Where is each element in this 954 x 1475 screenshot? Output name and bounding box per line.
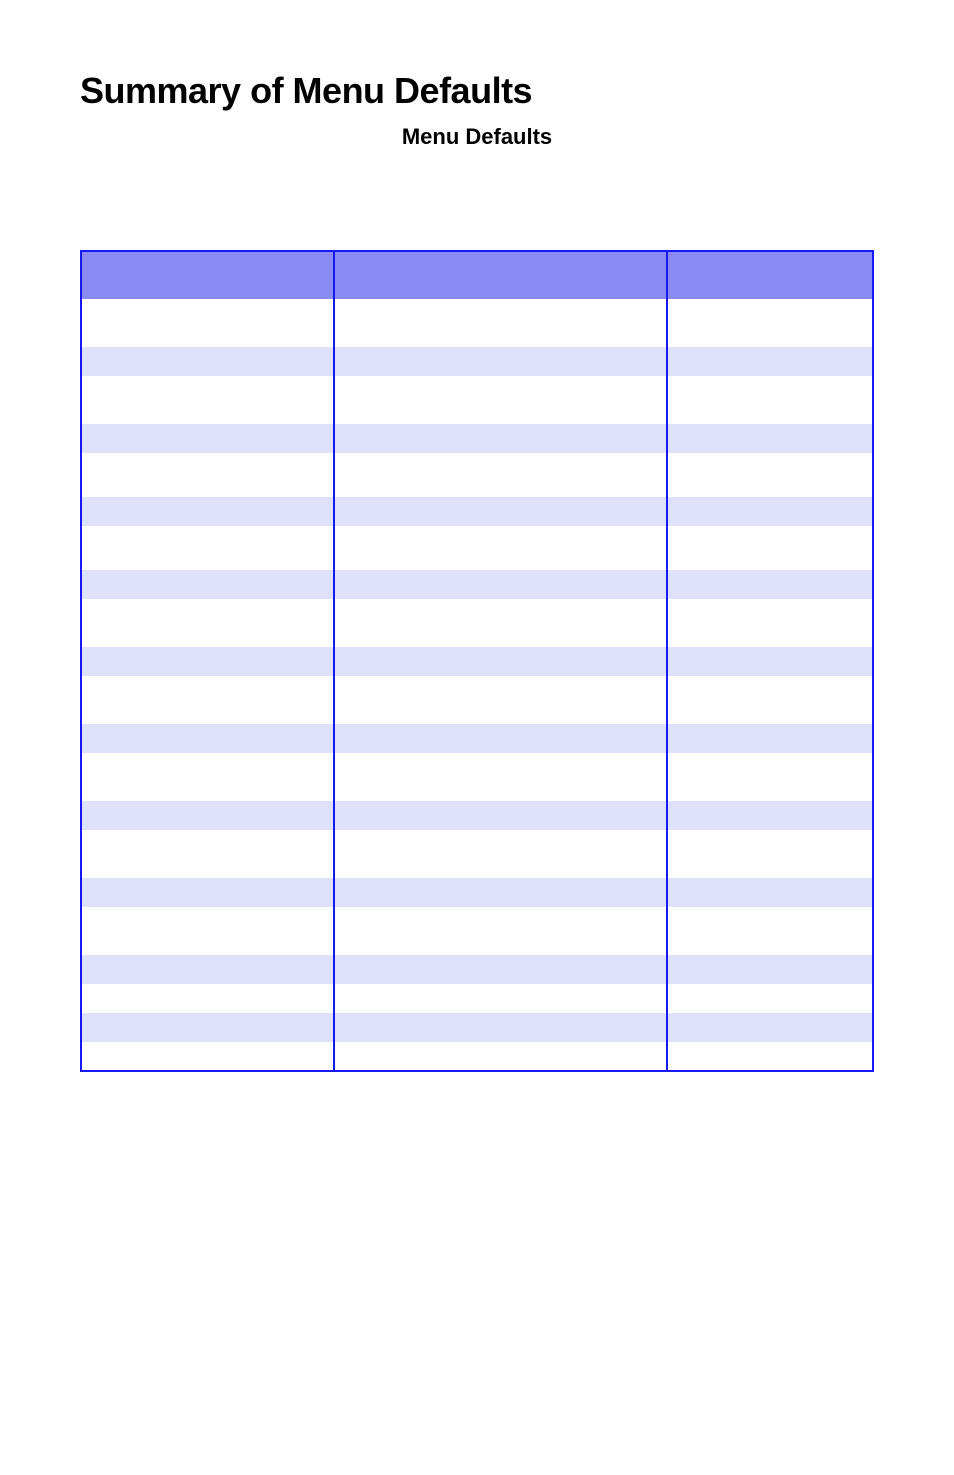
table-cell: [334, 599, 667, 647]
table-row: [81, 570, 873, 599]
table-row: [81, 907, 873, 955]
table-cell: [334, 801, 667, 830]
table-cell: [334, 424, 667, 453]
table-cell: [81, 878, 334, 907]
table-cell: [334, 1013, 667, 1042]
table-cell: [667, 570, 873, 599]
table-cell: [667, 878, 873, 907]
table-cell: [81, 724, 334, 753]
table-row: [81, 453, 873, 497]
table-cell: [334, 376, 667, 424]
table-header-cell: [334, 251, 667, 299]
table-cell: [667, 676, 873, 724]
table-cell: [667, 753, 873, 801]
table-caption: Menu Defaults: [80, 124, 874, 150]
menu-defaults-table: [80, 250, 874, 1072]
table-cell: [667, 526, 873, 570]
table-row: [81, 424, 873, 453]
table-cell: [81, 376, 334, 424]
table-cell: [81, 299, 334, 347]
table-row: [81, 1013, 873, 1042]
table-cell: [81, 676, 334, 724]
table-cell: [81, 955, 334, 984]
table-cell: [81, 599, 334, 647]
table-cell: [81, 570, 334, 599]
table-cell: [334, 299, 667, 347]
table-cell: [667, 984, 873, 1013]
table-cell: [334, 347, 667, 376]
table-cell: [81, 424, 334, 453]
table-row: [81, 497, 873, 526]
table-cell: [81, 497, 334, 526]
table-row: [81, 753, 873, 801]
table-cell: [81, 984, 334, 1013]
table-cell: [334, 753, 667, 801]
table-row: [81, 676, 873, 724]
table-cell: [667, 801, 873, 830]
table-row: [81, 878, 873, 907]
table-header-row: [81, 251, 873, 299]
table-cell: [81, 801, 334, 830]
table-cell: [81, 907, 334, 955]
page-title: Summary of Menu Defaults: [80, 70, 874, 112]
table-row: [81, 347, 873, 376]
table-row: [81, 984, 873, 1013]
table-row: [81, 647, 873, 676]
table-cell: [667, 453, 873, 497]
table-cell: [334, 647, 667, 676]
table-cell: [81, 347, 334, 376]
table-cell: [81, 830, 334, 878]
table-cell: [334, 676, 667, 724]
table-cell: [81, 1013, 334, 1042]
table-cell: [667, 497, 873, 526]
table-cell: [667, 955, 873, 984]
table-cell: [334, 984, 667, 1013]
table-cell: [667, 424, 873, 453]
table-row: [81, 1042, 873, 1071]
table-cell: [667, 647, 873, 676]
table-row: [81, 376, 873, 424]
table-cell: [667, 1042, 873, 1071]
table-row: [81, 724, 873, 753]
table-row: [81, 955, 873, 984]
table-row: [81, 599, 873, 647]
table-cell: [334, 830, 667, 878]
table-cell: [334, 453, 667, 497]
table-cell: [334, 526, 667, 570]
table-cell: [667, 299, 873, 347]
table-cell: [81, 526, 334, 570]
table-cell: [667, 599, 873, 647]
table-row: [81, 801, 873, 830]
table-row: [81, 526, 873, 570]
table-row: [81, 830, 873, 878]
table-row: [81, 299, 873, 347]
table-cell: [334, 497, 667, 526]
table-cell: [667, 830, 873, 878]
table-cell: [667, 907, 873, 955]
table-cell: [334, 955, 667, 984]
table-cell: [81, 1042, 334, 1071]
table-cell: [81, 453, 334, 497]
table-cell: [667, 347, 873, 376]
table-cell: [334, 1042, 667, 1071]
table-cell: [667, 376, 873, 424]
table-header-cell: [81, 251, 334, 299]
table-cell: [334, 724, 667, 753]
table-cell: [81, 753, 334, 801]
table-cell: [334, 907, 667, 955]
table-cell: [81, 647, 334, 676]
table-header-cell: [667, 251, 873, 299]
table-cell: [667, 724, 873, 753]
table-cell: [334, 878, 667, 907]
table-cell: [334, 570, 667, 599]
table-cell: [667, 1013, 873, 1042]
